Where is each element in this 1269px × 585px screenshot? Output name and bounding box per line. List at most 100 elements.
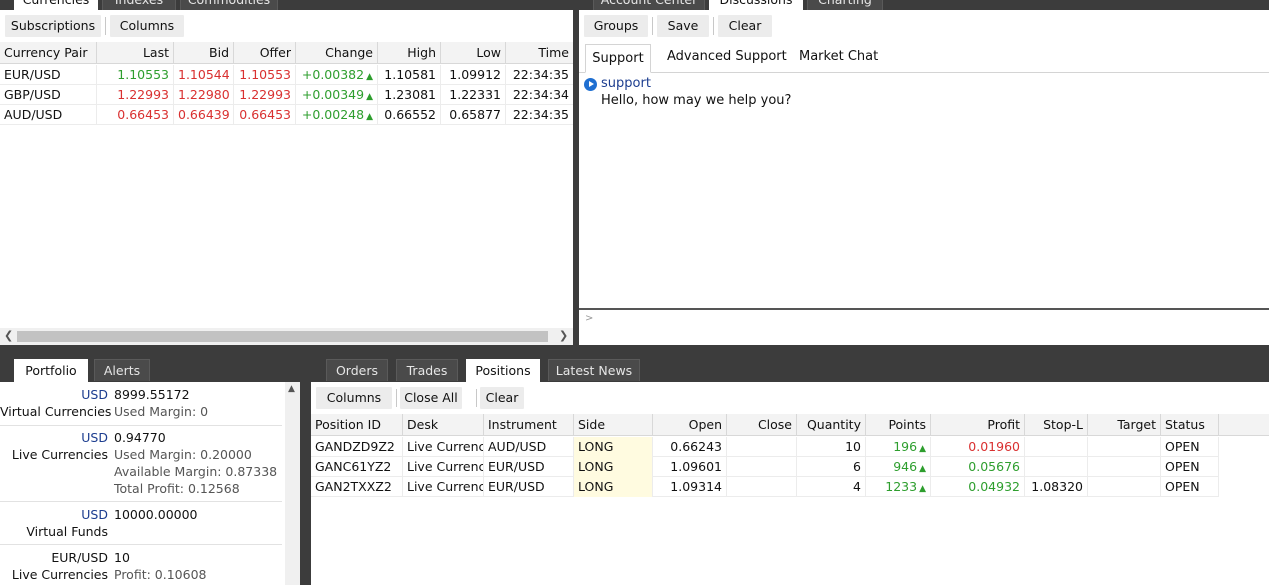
portfolio-value: 10000.00000 xyxy=(114,507,198,522)
tab-orders[interactable]: Orders xyxy=(326,359,388,381)
cell-profit: 0.05676 xyxy=(931,457,1025,477)
discussions-panel: Groups Save Clear Support Advanced Suppo… xyxy=(579,10,1269,345)
section-divider xyxy=(0,425,282,426)
chat-message: Hello, how may we help you? xyxy=(601,93,792,108)
tab-charting[interactable]: Charting xyxy=(807,0,883,10)
col-instrument[interactable]: Instrument xyxy=(484,414,574,436)
portfolio-currency: USD xyxy=(81,507,108,522)
cell-side: LONG xyxy=(574,477,653,497)
portfolio-detail: Total Profit: 0.12568 xyxy=(114,481,240,496)
col-change[interactable]: Change xyxy=(296,42,378,64)
table-row[interactable]: GAN2TXXZ2 Live Currencies EUR/USD LONG 1… xyxy=(311,477,1219,497)
subtab-support[interactable]: Support xyxy=(585,44,651,73)
cell-instrument: EUR/USD xyxy=(484,477,574,497)
chat-sender: support xyxy=(601,76,651,91)
cell-points: 946 ▲ xyxy=(866,457,931,477)
clear-button[interactable]: Clear xyxy=(718,15,772,37)
col-desk[interactable]: Desk xyxy=(403,414,484,436)
cell-time: 22:34:34 xyxy=(512,87,569,102)
scroll-left-icon[interactable]: ❮ xyxy=(4,329,13,342)
cell-instrument: AUD/USD xyxy=(484,437,574,457)
col-open[interactable]: Open xyxy=(653,414,727,436)
col-quantity[interactable]: Quantity xyxy=(797,414,866,436)
subtab-market-chat[interactable]: Market Chat xyxy=(799,44,878,70)
cell-status: OPEN xyxy=(1161,477,1219,497)
col-stop-loss[interactable]: Stop-L xyxy=(1025,414,1088,436)
col-time[interactable]: Time xyxy=(506,42,573,64)
scrollbar-thumb[interactable] xyxy=(17,331,548,342)
close-all-button[interactable]: Close All xyxy=(400,387,462,409)
tab-portfolio[interactable]: Portfolio xyxy=(14,359,88,383)
table-row[interactable]: GBP/USD 1.22993 1.22980 1.22993 +0.00349… xyxy=(0,85,573,105)
scroll-up-icon[interactable]: ▲ xyxy=(288,384,295,394)
vertical-scrollbar[interactable]: ▲ xyxy=(285,382,300,585)
tab-positions[interactable]: Positions xyxy=(466,359,540,383)
col-low[interactable]: Low xyxy=(441,42,506,64)
col-side[interactable]: Side xyxy=(574,414,653,436)
col-points[interactable]: Points xyxy=(866,414,931,436)
cell-profit: 0.01960 xyxy=(931,437,1025,457)
col-bid[interactable]: Bid xyxy=(174,42,234,64)
tab-alerts[interactable]: Alerts xyxy=(94,359,150,381)
up-arrow-icon: ▲ xyxy=(919,484,926,494)
portfolio-currency: EUR/USD xyxy=(51,550,108,565)
cell-time: 22:34:35 xyxy=(512,107,569,122)
tab-commodities[interactable]: Commodities xyxy=(180,0,278,10)
portfolio-detail: Used Margin: 0.20000 xyxy=(114,447,252,462)
col-high[interactable]: High xyxy=(378,42,441,64)
points-value: 1233 xyxy=(885,479,918,494)
cell-profit: 0.04932 xyxy=(931,477,1025,497)
cell-stop-loss xyxy=(1025,437,1088,457)
clear-button[interactable]: Clear xyxy=(480,387,524,409)
cell-change: +0.00349 ▲ xyxy=(296,85,378,105)
columns-button[interactable]: Columns xyxy=(110,15,184,37)
subtab-advanced-support[interactable]: Advanced Support xyxy=(667,44,787,70)
cell-bid: 1.22980 xyxy=(174,85,234,105)
tab-account-center[interactable]: Account Center xyxy=(593,0,705,10)
col-offer[interactable]: Offer xyxy=(234,42,296,64)
cell-instrument: EUR/USD xyxy=(484,457,574,477)
cell-desk: Live Currencies xyxy=(403,477,484,497)
col-close[interactable]: Close xyxy=(727,414,797,436)
cell-open: 1.09314 xyxy=(653,477,727,497)
toolbar-separator xyxy=(652,17,653,35)
cell-close xyxy=(727,477,797,497)
toolbar-separator xyxy=(396,389,397,407)
save-button[interactable]: Save xyxy=(657,15,709,37)
table-row[interactable]: AUD/USD 0.66453 0.66439 0.66453 +0.00248… xyxy=(0,105,573,125)
cell-low: 0.65877 xyxy=(441,105,506,125)
columns-button[interactable]: Columns xyxy=(316,387,392,409)
col-position-id[interactable]: Position ID xyxy=(311,414,403,436)
col-currency-pair[interactable]: Currency Pair xyxy=(0,42,97,64)
table-row[interactable]: GANDZD9Z2 Live Currencies AUD/USD LONG 0… xyxy=(311,437,1219,457)
portfolio-label: Virtual Funds xyxy=(26,524,108,539)
col-last[interactable]: Last xyxy=(97,42,174,64)
scroll-right-icon[interactable]: ❯ xyxy=(559,329,568,342)
cell-high: 0.66552 xyxy=(378,105,441,125)
cell-stop-loss xyxy=(1025,457,1088,477)
subscriptions-button[interactable]: Subscriptions xyxy=(5,15,101,37)
horizontal-scrollbar[interactable]: ❮ ❯ xyxy=(0,328,573,345)
section-divider xyxy=(0,544,282,545)
cell-status: OPEN xyxy=(1161,457,1219,477)
tab-latest-news[interactable]: Latest News xyxy=(548,359,640,381)
cell-high: 1.23081 xyxy=(378,85,441,105)
cell-close xyxy=(727,457,797,477)
chat-input[interactable]: > xyxy=(579,310,1269,345)
portfolio-currency: USD xyxy=(81,387,108,402)
tab-trades[interactable]: Trades xyxy=(396,359,458,381)
table-row[interactable]: GANC61YZ2 Live Currencies EUR/USD LONG 1… xyxy=(311,457,1219,477)
col-target[interactable]: Target xyxy=(1088,414,1161,436)
col-profit[interactable]: Profit xyxy=(931,414,1025,436)
groups-button[interactable]: Groups xyxy=(584,15,648,37)
tab-indexes[interactable]: Indexes xyxy=(102,0,176,10)
table-row[interactable]: EUR/USD 1.10553 1.10544 1.10553 +0.00382… xyxy=(0,65,573,85)
col-status[interactable]: Status xyxy=(1161,414,1219,436)
up-arrow-icon: ▲ xyxy=(366,112,373,122)
up-arrow-icon: ▲ xyxy=(919,444,926,454)
toolbar-separator xyxy=(105,17,106,35)
cell-change: +0.00382 ▲ xyxy=(296,65,378,85)
change-value: +0.00248 xyxy=(301,107,365,122)
up-arrow-icon: ▲ xyxy=(366,92,373,102)
cell-last: 0.66453 xyxy=(97,105,174,125)
